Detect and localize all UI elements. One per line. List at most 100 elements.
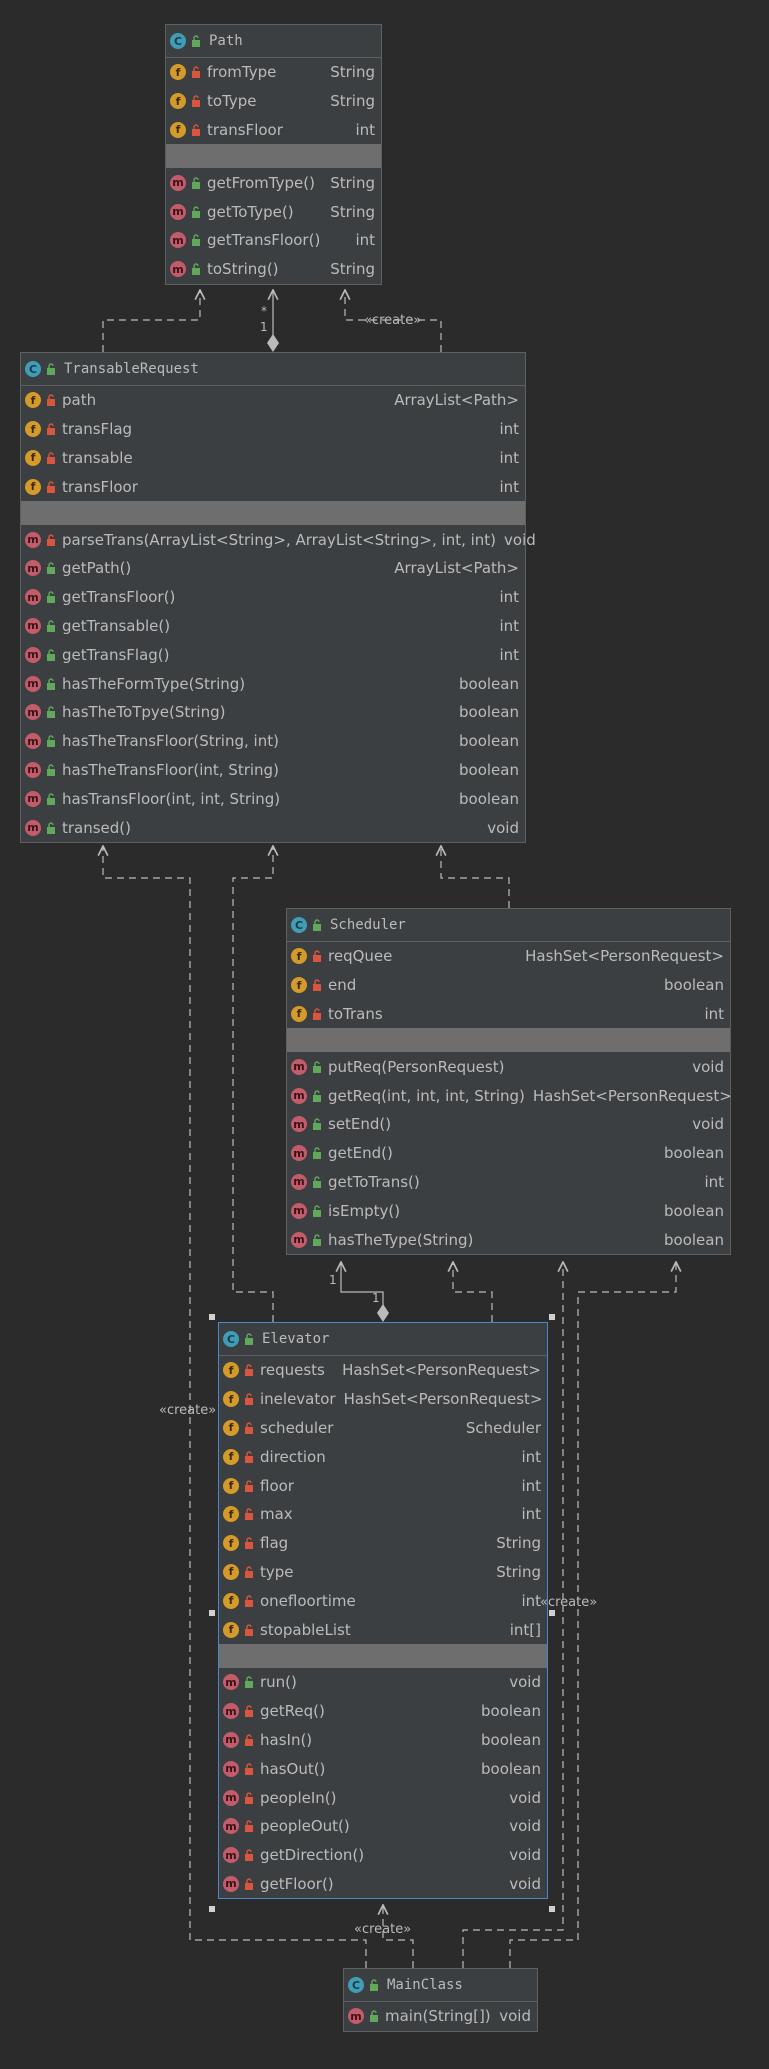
- selection-handle-left[interactable]: [209, 1610, 215, 1616]
- method-row[interactable]: m main(String[]) void: [344, 2002, 537, 2031]
- method-icon: m: [223, 1760, 239, 1777]
- method-row[interactable]: m putReq(PersonRequest) void: [287, 1052, 730, 1081]
- method-row[interactable]: m isEmpty() boolean: [287, 1196, 730, 1225]
- field-icon: f: [223, 1535, 239, 1552]
- selection-handle-bottom-left[interactable]: [209, 1906, 215, 1912]
- selection-handle-top-right[interactable]: [549, 1314, 555, 1320]
- private-lock-icon: [47, 481, 55, 493]
- field-type: String: [496, 1562, 541, 1581]
- method-row[interactable]: m toString() String: [166, 255, 381, 284]
- field-row[interactable]: f toType String: [166, 87, 381, 116]
- method-row[interactable]: m getToTrans() int: [287, 1168, 730, 1197]
- public-lock-icon: [47, 562, 55, 575]
- private-lock-icon: [245, 1705, 253, 1718]
- method-row[interactable]: m getToType() String: [166, 197, 381, 226]
- field-row[interactable]: f transFloor int: [21, 472, 525, 501]
- field-row[interactable]: f requests HashSet<PersonRequest>: [219, 1356, 547, 1385]
- method-row[interactable]: m hasTheTransFloor(String, int) boolean: [21, 727, 525, 756]
- method-icon: m: [223, 1703, 239, 1720]
- method-row[interactable]: m hasOut() boolean: [219, 1754, 547, 1783]
- class-icon: C: [348, 1977, 364, 1993]
- method-name: toString(): [207, 260, 279, 279]
- field-name: toTrans: [328, 1004, 383, 1023]
- field-row[interactable]: f floor int: [219, 1471, 547, 1500]
- field-type: HashSet<PersonRequest>: [525, 947, 724, 966]
- method-icon: m: [25, 819, 41, 836]
- method-icon: m: [25, 790, 41, 807]
- method-type: void: [499, 2007, 531, 2026]
- class-path[interactable]: C Path f fromType String f toType String f tran…: [165, 24, 382, 285]
- method-type: int: [499, 588, 519, 607]
- method-row[interactable]: m getPath() ArrayList<Path>: [21, 554, 525, 583]
- field-row[interactable]: f inelevator HashSet<PersonRequest>: [219, 1385, 547, 1414]
- method-row[interactable]: m hasTransFloor(int, int, String) boolean: [21, 784, 525, 813]
- field-type: HashSet<PersonRequest>: [343, 1390, 543, 1409]
- field-row[interactable]: f transFloor int: [166, 116, 381, 145]
- method-row[interactable]: m peopleIn() void: [219, 1783, 547, 1812]
- field-type: String: [330, 63, 375, 82]
- field-row[interactable]: f end boolean: [287, 971, 730, 1000]
- private-lock-icon: [245, 1393, 253, 1406]
- class-icon: C: [223, 1331, 239, 1347]
- method-row[interactable]: m peopleOut() void: [219, 1812, 547, 1841]
- method-row[interactable]: m parseTrans(ArrayList<String>, ArrayList…: [21, 525, 536, 554]
- method-name: getEnd(): [328, 1144, 393, 1163]
- method-row[interactable]: m hasTheTransFloor(int, String) boolean: [21, 756, 525, 785]
- method-row[interactable]: m getTransFlag() int: [21, 640, 525, 669]
- field-row[interactable]: f onefloortime int: [219, 1586, 547, 1615]
- field-row[interactable]: f path ArrayList<Path>: [21, 386, 525, 415]
- class-elevator[interactable]: C Elevator f requests HashSet<PersonReques…: [218, 1322, 548, 1900]
- method-name: hasOut(): [260, 1759, 326, 1778]
- selection-handle-bottom-right[interactable]: [549, 1906, 555, 1912]
- method-row[interactable]: m getTransFloor() int: [166, 226, 381, 255]
- class-icon: C: [25, 361, 41, 377]
- method-row[interactable]: m transed() void: [21, 813, 525, 842]
- method-row[interactable]: m hasIn() boolean: [219, 1726, 547, 1755]
- method-row[interactable]: m getTransable() int: [21, 612, 525, 641]
- field-row[interactable]: f reqQuee HashSet<PersonRequest>: [287, 942, 730, 971]
- method-row[interactable]: m hasTheFormType(String) boolean: [21, 669, 525, 698]
- class-scheduler[interactable]: C Scheduler f reqQuee HashSet<PersonReques…: [286, 908, 732, 1255]
- method-row[interactable]: m getTransFloor() int: [21, 583, 525, 612]
- field-row[interactable]: f transable int: [21, 444, 525, 473]
- public-lock-icon: [47, 735, 55, 748]
- method-row[interactable]: m hasTheToTpye(String) boolean: [21, 698, 525, 727]
- method-row[interactable]: m getDirection() void: [219, 1841, 547, 1870]
- method-row[interactable]: m getFromType() String: [166, 168, 381, 197]
- field-row[interactable]: f stopableList int[]: [219, 1615, 547, 1644]
- method-row[interactable]: m setEnd() void: [287, 1110, 730, 1139]
- selection-handle-top-left[interactable]: [209, 1314, 215, 1320]
- method-icon: m: [25, 560, 41, 577]
- method-row[interactable]: m getReq(int, int, int, String) HashSet<Pe…: [287, 1081, 732, 1110]
- public-lock-icon: [370, 2010, 378, 2023]
- method-row[interactable]: m getReq() boolean: [219, 1697, 547, 1726]
- field-row[interactable]: f type String: [219, 1558, 547, 1587]
- field-row[interactable]: f direction int: [219, 1442, 547, 1471]
- method-row[interactable]: m getEnd() boolean: [287, 1139, 730, 1168]
- private-lock-icon: [192, 66, 200, 79]
- field-row[interactable]: f flag String: [219, 1529, 547, 1558]
- field-icon: f: [170, 121, 186, 138]
- method-icon: m: [25, 704, 41, 721]
- field-row[interactable]: f transFlag int: [21, 415, 525, 444]
- private-lock-icon: [47, 533, 55, 546]
- method-type: void: [487, 818, 519, 837]
- method-type: HashSet<PersonRequest>: [532, 1086, 732, 1105]
- class-transablerequest[interactable]: C TransableRequest f path ArrayList<Path> f…: [20, 352, 536, 843]
- field-type: Scheduler: [465, 1418, 541, 1437]
- method-row[interactable]: m hasTheType(String) boolean: [287, 1225, 730, 1254]
- class-mainclass[interactable]: C MainClass m main(String[]) void: [343, 1968, 538, 2032]
- method-icon: m: [291, 1231, 307, 1248]
- method-row[interactable]: m getFloor() void: [219, 1870, 547, 1899]
- field-row[interactable]: f fromType String: [166, 58, 381, 87]
- method-icon: m: [291, 1058, 307, 1075]
- field-name: path: [62, 391, 97, 410]
- field-row[interactable]: f toTrans int: [287, 1000, 730, 1029]
- method-icon: m: [170, 203, 186, 220]
- method-icon: m: [223, 1789, 239, 1806]
- selection-handle-right[interactable]: [549, 1610, 555, 1616]
- field-row[interactable]: f max int: [219, 1500, 547, 1529]
- field-row[interactable]: f scheduler Scheduler: [219, 1414, 547, 1443]
- method-row[interactable]: m run() void: [219, 1668, 547, 1697]
- edge-scheduler-dep-transablerequest: [441, 846, 510, 908]
